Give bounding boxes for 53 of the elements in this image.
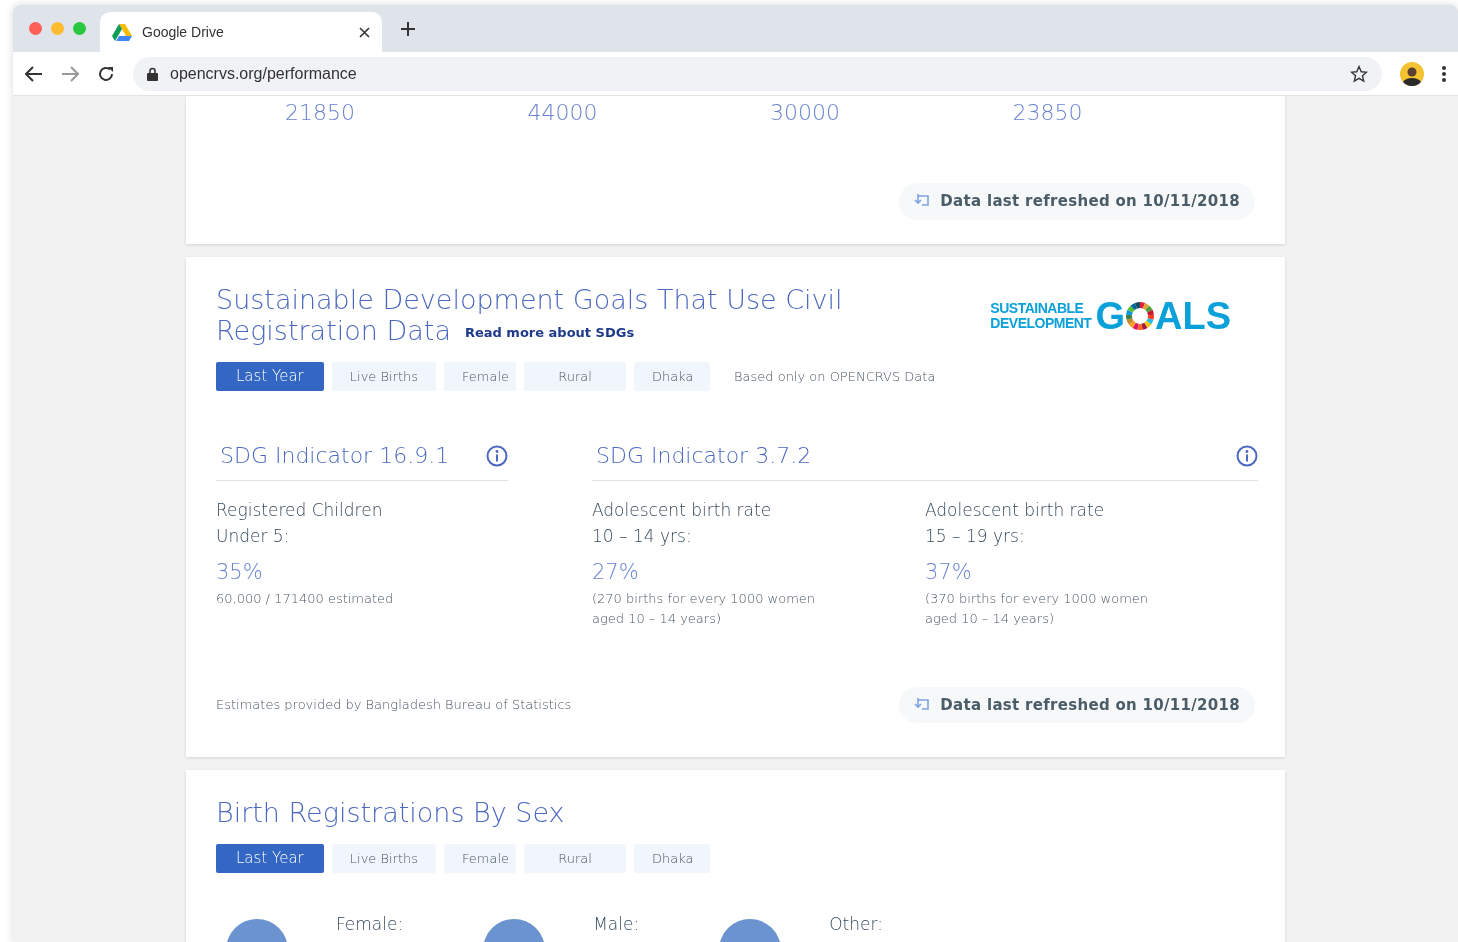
metric-value: 35% (216, 560, 263, 584)
metric-detail: 60,000 / 171400 estimated (216, 589, 395, 608)
back-arrow-icon[interactable] (25, 65, 43, 82)
star-icon[interactable] (1350, 64, 1368, 83)
indicator-title: SDG Indicator 16.9.1 (219, 442, 450, 470)
filter-button[interactable]: Dhaka (634, 362, 711, 391)
indicator-title: SDG Indicator 3.7.2 (595, 442, 812, 470)
filter-note: Based only on OPENCRVS Data (734, 367, 936, 386)
close-tab-icon[interactable] (359, 26, 370, 38)
address-bar[interactable]: opencrvs.org/performance (133, 56, 1382, 91)
stat-value: 23850 (1012, 100, 1083, 125)
metric-detail: (370 births for every 1000 women aged 10 – 14 years) (925, 589, 1150, 628)
stat-value: 44000 (527, 100, 598, 125)
filter-button[interactable]: Last Year (216, 362, 324, 391)
info-icon[interactable] (486, 444, 508, 467)
metric-value: 27% (592, 560, 639, 584)
filter-button[interactable]: Live Births (331, 362, 437, 391)
metric-detail: (270 births for every 1000 women aged 10 – 14 years) (592, 589, 817, 628)
filter-button[interactable]: Last Year (216, 844, 324, 873)
info-icon[interactable] (1236, 444, 1258, 467)
triangle-logo-icon (112, 23, 132, 41)
new-tab-icon[interactable] (400, 20, 416, 37)
source-note: Estimates provided by Bangladesh Bureau of Statistics (216, 696, 572, 714)
avatar-icon[interactable] (1400, 61, 1424, 86)
metric-label: Adolescent birth rate 10 – 14 yrs: (592, 499, 773, 548)
filter-button[interactable]: Female (444, 362, 517, 391)
stat-value: 30000 (770, 100, 840, 125)
legend-label: Male: (593, 913, 640, 936)
forward-arrow-icon[interactable] (61, 65, 79, 82)
metric-value: 37% (925, 560, 972, 584)
refresh-icon (914, 697, 931, 712)
stat-value: 21850 (285, 100, 355, 125)
refresh-status: Data last refreshed on 10/11/2018 (899, 686, 1255, 723)
filter-button[interactable]: Rural (524, 844, 627, 873)
color-wheel-icon (1125, 300, 1155, 331)
lock-icon (147, 66, 158, 81)
metric-label: Registered Children Under 5: (216, 499, 384, 548)
filter-button[interactable]: Live Births (331, 844, 437, 873)
metric-label: Adolescent birth rate 15 – 19 yrs: (925, 499, 1106, 548)
card-title: Sustainable Development Goals That Use Civil (216, 284, 843, 315)
legend-label: Female: (336, 913, 404, 936)
read-more-link[interactable]: Read more about SDGs (464, 322, 635, 342)
filter-button[interactable]: Rural (524, 362, 627, 391)
card-title: Birth Registrations By Sex (216, 798, 566, 828)
filter-button[interactable]: Dhaka (634, 844, 711, 873)
browser-tab[interactable]: Google Drive (100, 12, 382, 52)
refresh-status: Data last refreshed on 10/11/2018 (899, 183, 1255, 220)
reload-icon[interactable] (97, 64, 115, 83)
filter-button[interactable]: Female (444, 844, 517, 873)
menu-icon[interactable] (1442, 65, 1446, 82)
refresh-icon (914, 194, 931, 209)
legend-label: Other: (829, 913, 883, 936)
card-title: Registration Data (216, 316, 451, 346)
